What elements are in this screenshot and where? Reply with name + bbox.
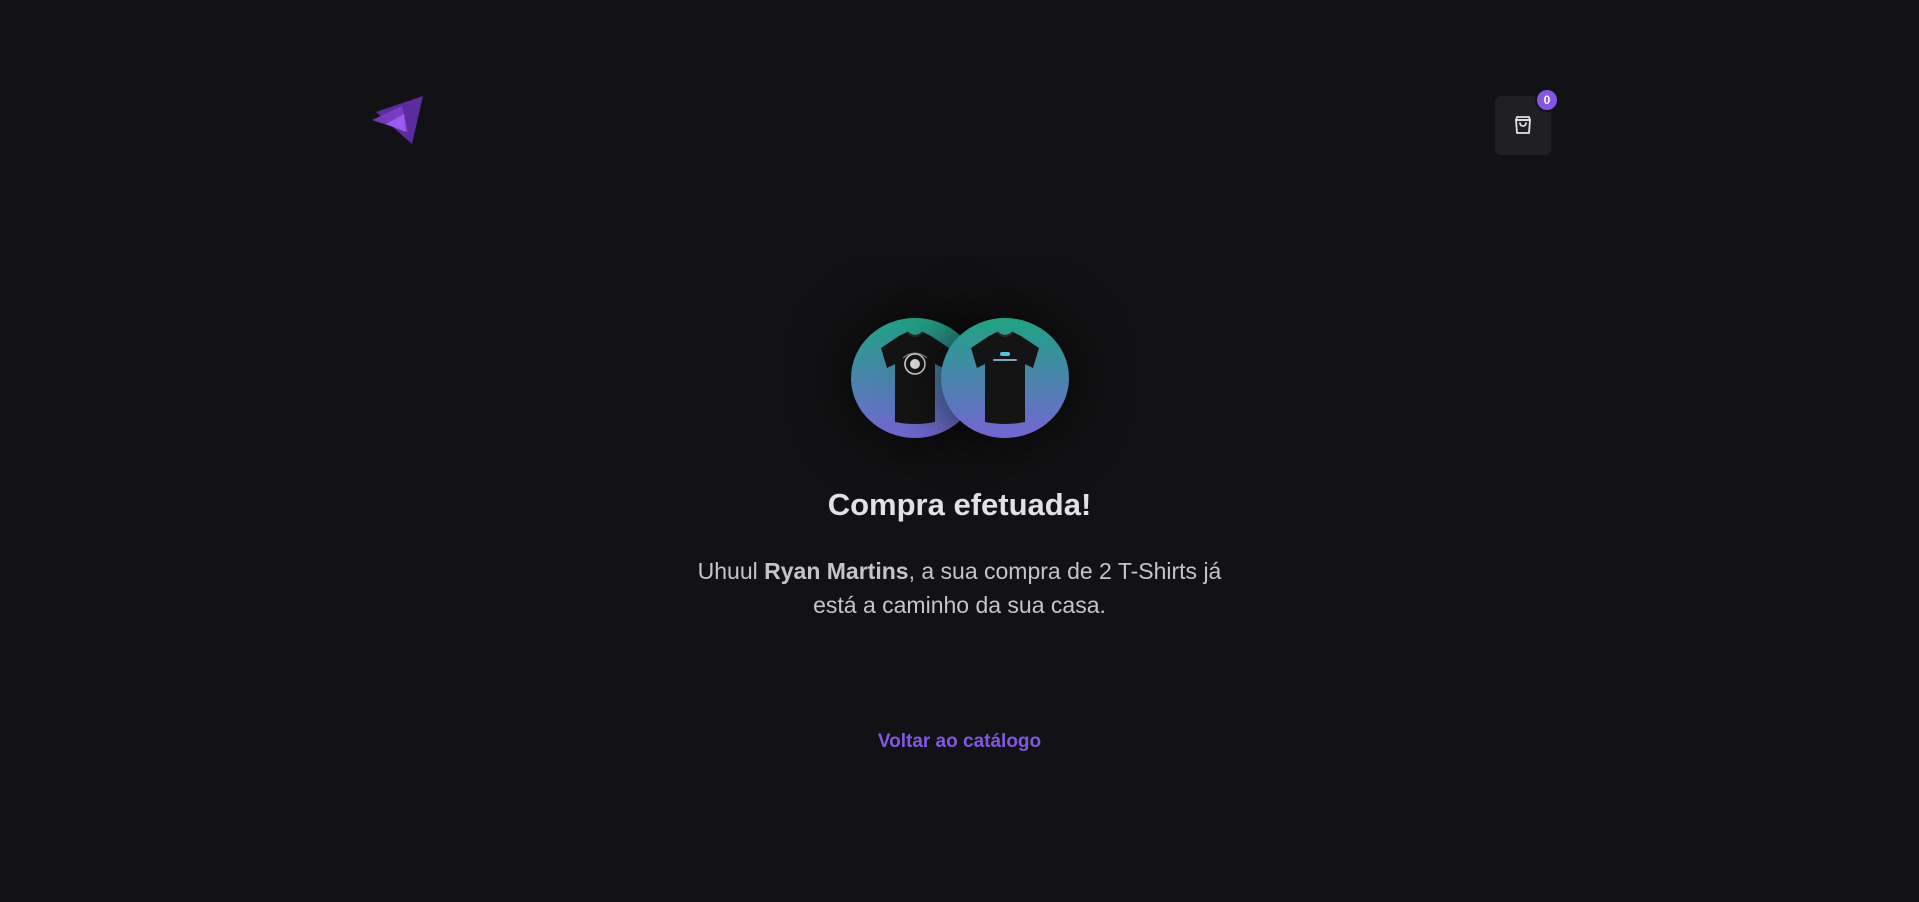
- customer-name: Ryan Martins: [764, 558, 909, 585]
- success-page: 0 Compra efetuada! Uhuul Ryan Martins, a…: [0, 0, 1919, 902]
- tshirt-icon: [970, 331, 1039, 424]
- cart-button[interactable]: 0: [1495, 87, 1559, 155]
- logo-icon[interactable]: [368, 94, 424, 150]
- success-content: Compra efetuada! Uhuul Ryan Martins, a s…: [0, 318, 1919, 753]
- header: 0: [368, 87, 1559, 155]
- page-title: Compra efetuada!: [827, 487, 1092, 522]
- back-to-catalog-link[interactable]: Voltar ao catálogo: [878, 731, 1041, 753]
- shopping-bag-icon: [1515, 116, 1531, 134]
- message-prefix: Uhuul: [697, 558, 765, 585]
- product-image: [940, 318, 1069, 438]
- purchased-products: [761, 318, 1069, 438]
- cart-count-badge: 0: [1535, 87, 1559, 112]
- success-message: Uhuul Ryan Martins, a sua compra de 2 T-…: [680, 555, 1240, 622]
